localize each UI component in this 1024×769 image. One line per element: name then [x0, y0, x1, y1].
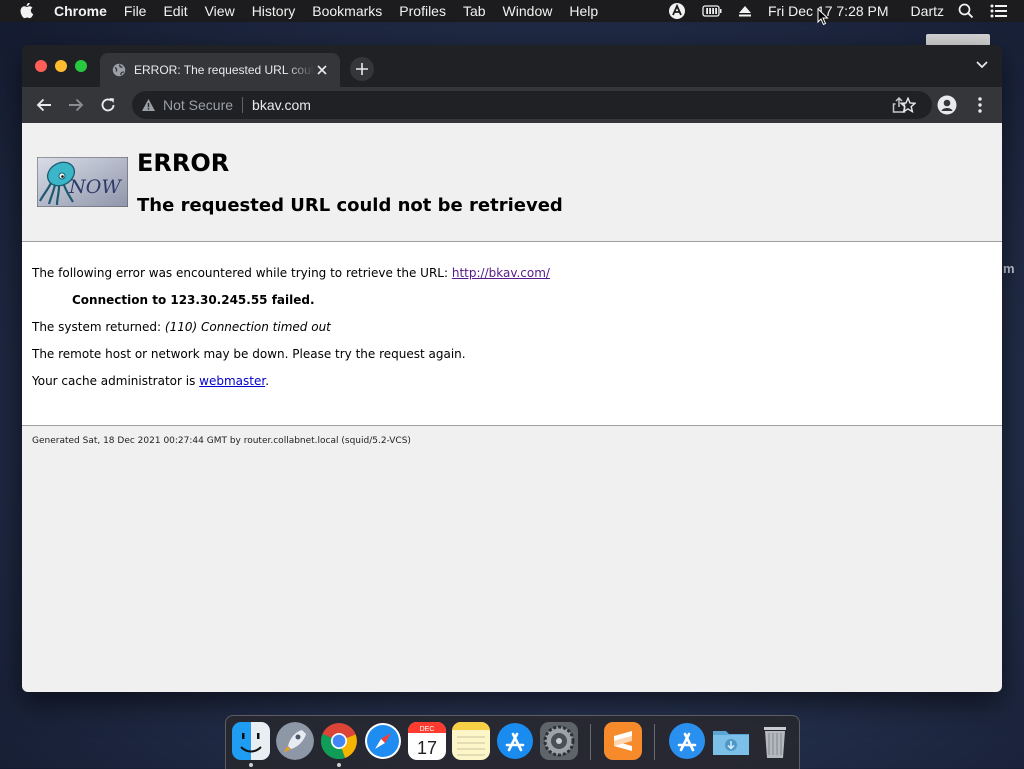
dock-separator	[590, 724, 591, 760]
desktop-file-label: m	[1003, 261, 1015, 276]
back-arrow-icon[interactable]	[34, 95, 54, 115]
calendar-icon[interactable]: DEC 17	[408, 722, 446, 760]
launchpad-icon[interactable]	[276, 722, 314, 760]
error-url-line: The following error was encountered whil…	[32, 266, 550, 280]
spotlight-search-icon[interactable]	[958, 3, 974, 19]
tab-active[interactable]: ERROR: The requested URL could not be re…	[100, 53, 340, 87]
failed-url-link[interactable]: http://bkav.com/	[452, 266, 550, 280]
calendar-month: DEC	[420, 726, 435, 733]
error-url-text: The following error was encountered whil…	[32, 266, 452, 280]
system-returned-line: The system returned: (110) Connection ti…	[32, 320, 331, 334]
error-header: NOW ERROR The requested URL could not be…	[22, 123, 1002, 242]
window-minimize-button[interactable]	[55, 60, 67, 72]
status-app-icon[interactable]	[668, 2, 686, 20]
menu-window[interactable]: Window	[503, 3, 553, 19]
chrome-icon[interactable]	[320, 722, 358, 760]
downloads-folder-icon[interactable]	[712, 722, 750, 760]
error-heading: ERROR	[137, 149, 230, 177]
tab-search-chevron-down-icon[interactable]	[976, 61, 988, 69]
address-divider	[242, 97, 244, 113]
logo-text: NOW	[68, 176, 122, 198]
chrome-running-indicator	[337, 763, 341, 767]
system-preferences-icon[interactable]	[540, 722, 578, 760]
window-close-button[interactable]	[35, 60, 47, 72]
app-store-icon[interactable]	[496, 722, 534, 760]
bookmark-star-icon[interactable]	[898, 95, 918, 115]
globe-icon	[112, 63, 126, 77]
menu-history[interactable]: History	[252, 3, 296, 19]
sublime-text-icon[interactable]	[604, 722, 642, 760]
error-body: The following error was encountered whil…	[22, 242, 1002, 426]
security-status-label[interactable]: Not Secure	[163, 97, 233, 113]
tab-strip: ERROR: The requested URL could not be re…	[22, 45, 1002, 87]
applications-folder-icon[interactable]	[668, 722, 706, 760]
cache-admin-line: Your cache administrator is webmaster.	[32, 374, 269, 388]
battery-icon[interactable]	[702, 4, 722, 18]
url-text[interactable]: bkav.com	[252, 97, 311, 113]
retry-hint: The remote host or network may be down. …	[32, 347, 466, 361]
webmaster-link[interactable]: webmaster	[199, 374, 265, 388]
finder-icon[interactable]	[232, 722, 270, 760]
notes-icon[interactable]	[452, 722, 490, 760]
connection-failed-message: Connection to 123.30.245.55 failed.	[72, 293, 315, 307]
profile-avatar-icon[interactable]	[937, 95, 957, 115]
forward-arrow-icon[interactable]	[66, 95, 86, 115]
menu-view[interactable]: View	[205, 3, 235, 19]
menu-tab[interactable]: Tab	[463, 3, 486, 19]
system-returned-error: (110) Connection timed out	[164, 320, 331, 334]
error-subheading: The requested URL could not be retrieved	[137, 195, 563, 216]
cache-admin-label: Your cache administrator is	[32, 374, 200, 388]
system-returned-label: The system returned:	[32, 320, 165, 334]
safari-icon[interactable]	[364, 722, 402, 760]
menu-bookmarks[interactable]: Bookmarks	[312, 3, 382, 19]
mouse-cursor-icon	[817, 8, 829, 26]
tab-close-icon[interactable]	[314, 62, 330, 78]
menu-file[interactable]: File	[124, 3, 147, 19]
dock: DEC 17	[225, 715, 800, 769]
menu-app-name[interactable]: Chrome	[54, 3, 107, 19]
eject-icon[interactable]	[738, 4, 752, 18]
menu-user[interactable]: Dartz	[911, 3, 944, 19]
menu-help[interactable]: Help	[569, 3, 598, 19]
tab-title: ERROR: The requested URL could not be re…	[134, 63, 314, 77]
reload-icon[interactable]	[98, 95, 118, 115]
address-bar[interactable]: Not Secure bkav.com	[132, 91, 932, 119]
squid-logo: NOW	[37, 157, 128, 207]
menu-bar: Chrome File Edit View History Bookmarks …	[0, 0, 1024, 22]
browser-toolbar: Not Secure bkav.com	[22, 87, 1002, 123]
plus-icon	[356, 63, 368, 75]
calendar-day: 17	[417, 738, 437, 758]
more-menu-icon[interactable]	[970, 95, 990, 115]
dock-separator-2	[654, 724, 655, 760]
browser-window: ERROR: The requested URL could not be re…	[22, 45, 1002, 692]
warning-triangle-icon[interactable]	[141, 98, 156, 112]
menu-profiles[interactable]: Profiles	[399, 3, 446, 19]
trash-icon[interactable]	[756, 722, 794, 760]
apple-icon[interactable]	[20, 3, 36, 19]
finder-running-indicator	[249, 763, 253, 767]
generated-footer: Generated Sat, 18 Dec 2021 00:27:44 GMT …	[32, 436, 411, 446]
control-center-icon[interactable]	[990, 4, 1008, 18]
window-zoom-button[interactable]	[75, 60, 87, 72]
new-tab-button[interactable]	[350, 57, 374, 81]
menu-edit[interactable]: Edit	[163, 3, 187, 19]
page-content: NOW ERROR The requested URL could not be…	[22, 123, 1002, 692]
cache-admin-period: .	[265, 374, 270, 388]
